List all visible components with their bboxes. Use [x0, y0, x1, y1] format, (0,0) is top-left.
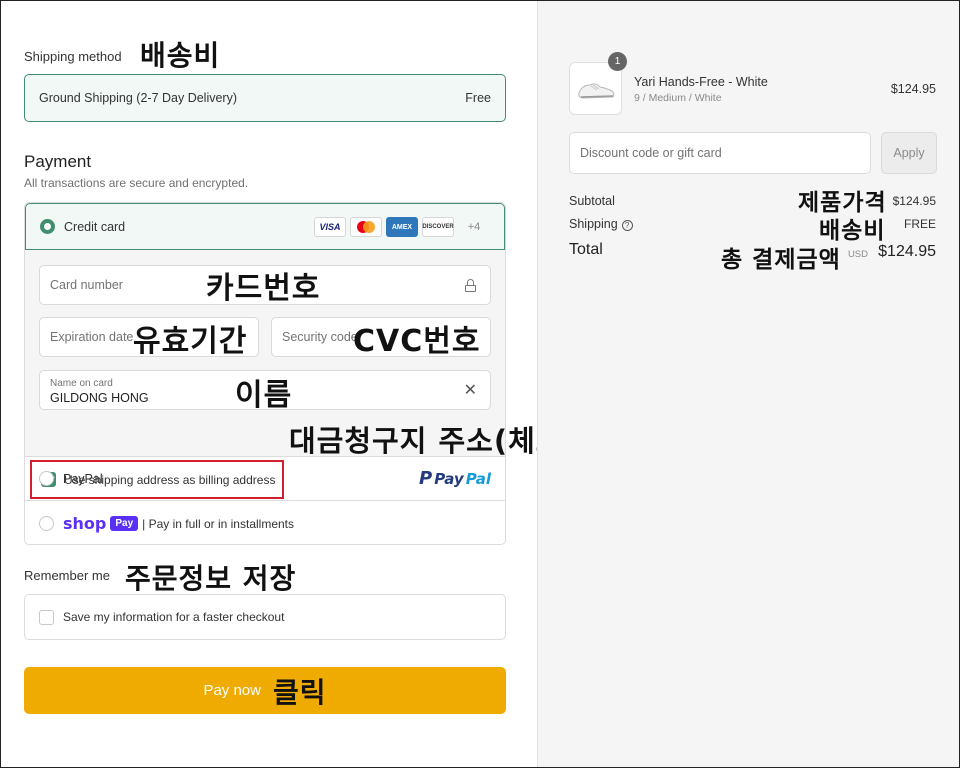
- clear-icon[interactable]: ✕: [464, 383, 477, 399]
- card-number-placeholder: Card number: [50, 278, 123, 292]
- shipping-annotation: 배송비: [140, 39, 221, 72]
- discover-icon: DISCOVER: [422, 217, 454, 237]
- shop-pay-option[interactable]: shop Pay | Pay in full or in installment…: [25, 500, 505, 544]
- mastercard-icon: [350, 217, 382, 237]
- credit-card-option[interactable]: Credit card VISA AMEX DISCOVER +4: [25, 203, 505, 250]
- paypal-logo-pay: Pay: [434, 469, 464, 488]
- paypal-option[interactable]: PayPal P Pay Pal: [25, 456, 505, 500]
- shop-pay-text: | Pay in full or in installments: [142, 516, 295, 531]
- security-annotation: CVC번호: [353, 324, 481, 359]
- paypal-radio[interactable]: [39, 471, 54, 486]
- shipping-option-label: Ground Shipping (2-7 Day Delivery): [39, 91, 238, 105]
- product-price: $124.95: [890, 82, 936, 96]
- shop-pay-radio[interactable]: [39, 516, 54, 531]
- name-on-card-value: GILDONG HONG: [50, 391, 149, 405]
- pay-now-button[interactable]: Pay now 클릭: [24, 667, 506, 714]
- more-cards-count: +4: [467, 221, 481, 233]
- visa-icon: VISA: [314, 217, 346, 237]
- apply-button[interactable]: Apply: [881, 132, 937, 174]
- shop-logo: shop: [63, 514, 107, 533]
- shipping-summary-label: Shipping: [569, 217, 618, 231]
- name-on-card-label: Name on card: [50, 378, 113, 389]
- shoe-icon: [578, 83, 615, 99]
- card-number-annotation: 카드번호: [206, 271, 321, 306]
- shop-pay-badge: Pay: [110, 516, 139, 531]
- lock-icon: [465, 279, 476, 292]
- name-annotation: 이름: [235, 378, 293, 413]
- paypal-logo-pal: Pal: [465, 469, 491, 488]
- discount-placeholder: Discount code or gift card: [580, 146, 722, 160]
- discount-code-input[interactable]: Discount code or gift card: [569, 132, 871, 174]
- security-placeholder: Security code: [282, 330, 358, 344]
- expiration-placeholder: Expiration date: [50, 330, 134, 344]
- amex-icon: AMEX: [386, 217, 418, 237]
- total-value: $124.95: [878, 243, 936, 260]
- order-summary: 1 Yari Hands-Free - White 9 / Medium / W…: [537, 1, 959, 767]
- total-currency: USD: [847, 249, 868, 260]
- remember-me-label: Remember me: [24, 568, 110, 583]
- payment-title: Payment: [24, 152, 92, 171]
- remember-annotation: 주문정보 저장: [125, 562, 297, 595]
- pay-now-label: Pay now: [203, 682, 261, 699]
- paypal-logo: P Pay Pal: [419, 468, 491, 489]
- remember-me-option[interactable]: Save my information for a faster checkou…: [24, 594, 506, 640]
- shipping-option[interactable]: Ground Shipping (2-7 Day Delivery) Free: [24, 74, 506, 122]
- remember-me-checkbox-label: Save my information for a faster checkou…: [63, 610, 285, 624]
- credit-card-label: Credit card: [64, 219, 126, 234]
- shipping-option-price: Free: [465, 91, 491, 105]
- total-label: Total: [569, 241, 603, 258]
- product-name: Yari Hands-Free - White: [634, 75, 768, 89]
- shipping-method-label: Shipping method: [24, 49, 122, 64]
- total-annotation: 총 결제금액: [721, 247, 841, 273]
- card-brand-icons: VISA AMEX DISCOVER +4: [314, 217, 490, 237]
- shipping-summary-value: FREE: [903, 217, 936, 231]
- payment-subtitle: All transactions are secure and encrypte…: [24, 176, 249, 190]
- subtotal-label: Subtotal: [569, 194, 615, 208]
- credit-card-radio[interactable]: [40, 219, 55, 234]
- paypal-label: PayPal: [63, 471, 103, 486]
- checkout-form: Shipping method 배송비 Ground Shipping (2-7…: [1, 1, 537, 767]
- paypal-p-icon: P: [419, 468, 433, 489]
- info-icon[interactable]: ?: [621, 220, 633, 231]
- shipping-summary-row: Shipping?: [569, 217, 633, 231]
- remember-me-checkbox[interactable]: [39, 609, 54, 625]
- subtotal-value: $124.95: [892, 194, 936, 208]
- pay-now-annotation: 클릭: [273, 675, 327, 709]
- quantity-badge: 1: [608, 52, 627, 71]
- expiration-annotation: 유효기간: [133, 324, 248, 359]
- product-variant: 9 / Medium / White: [634, 92, 722, 104]
